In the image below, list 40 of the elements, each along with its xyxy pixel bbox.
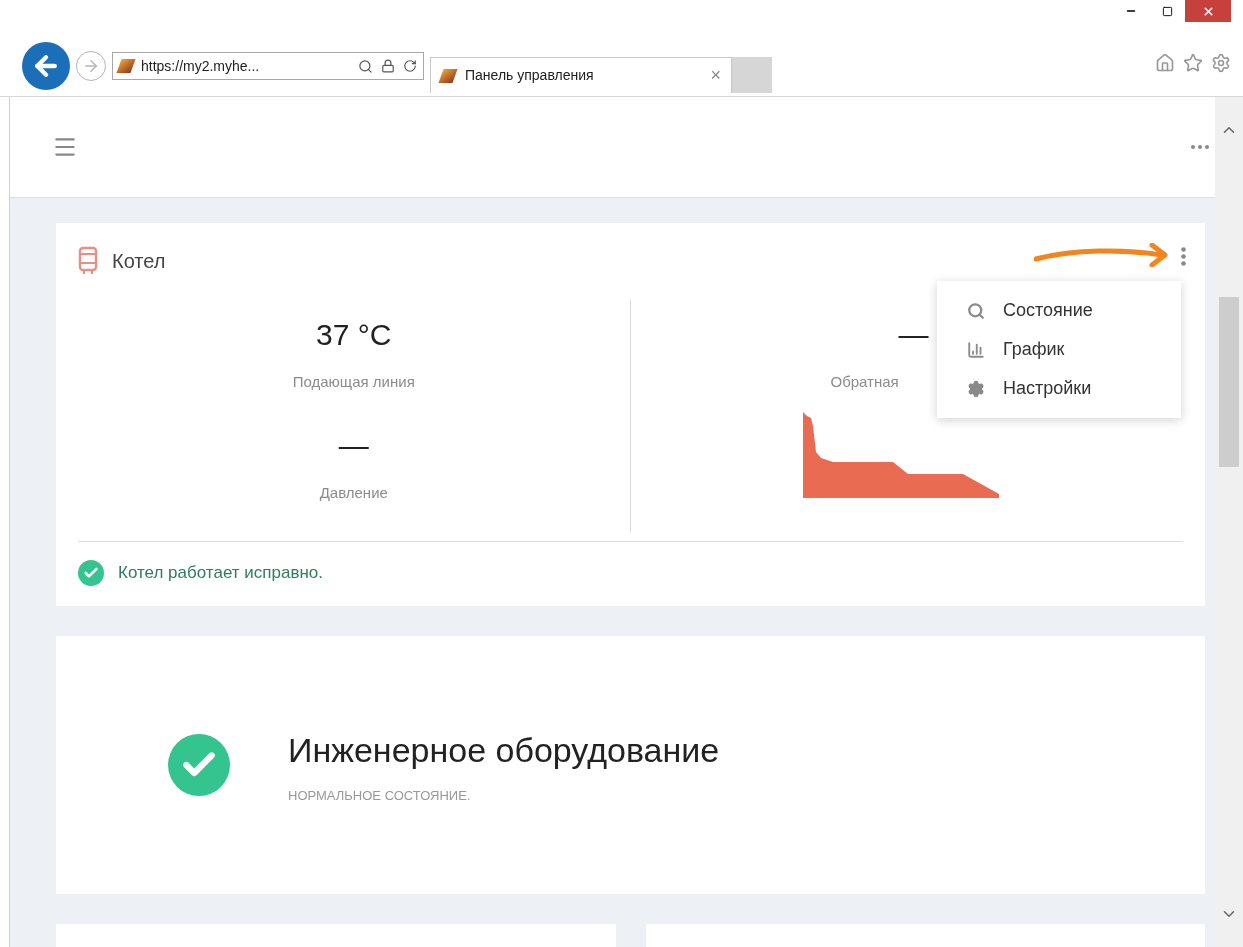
search-icon [967,301,985,320]
maximize-icon [1161,5,1173,17]
star-icon[interactable] [1183,53,1203,73]
site-logo-icon [438,68,458,83]
back-button[interactable] [22,42,70,90]
address-text: https://my2.myhe... [141,56,260,76]
settings-icon[interactable] [1211,53,1231,73]
more-icon [1191,145,1209,149]
forward-arrow-icon [82,57,100,75]
tab-title: Панель управления [465,66,594,85]
card-title: Котел [112,249,166,274]
site-logo-icon [116,59,136,73]
menu-item[interactable]: График [937,330,1181,369]
menu-item[interactable]: Состояние [937,291,1181,330]
metric-label: Давление [319,482,388,503]
address-bar[interactable]: https://my2.myhe... [112,52,424,80]
settings-icon [967,379,985,398]
bar-chart-icon [967,340,985,359]
home-icon[interactable] [1155,53,1175,73]
more-button[interactable] [1191,145,1209,149]
metric-value: — [338,427,369,464]
menu-item[interactable]: Настройки [937,369,1181,408]
close-icon [1201,4,1215,18]
tab-close-button[interactable]: × [710,62,721,89]
scrollbar[interactable] [1215,97,1243,947]
browser-tab[interactable]: Панель управления × [430,57,732,93]
summary-subtitle: НОРМАЛЬНОЕ СОСТОЯНИЕ. [288,786,472,805]
summary-title: Инженерное оборудование [288,729,720,771]
metric-label: Обратная [830,372,899,392]
more-vertical-button[interactable] [1181,247,1186,266]
scrollbar-thumb[interactable] [1219,297,1239,467]
refresh-icon[interactable] [403,59,417,73]
status-message: Котел работает исправно. [118,561,323,584]
metric-value: 37 °C [316,317,392,353]
kebab-icon [1181,247,1186,266]
metric-value: — [898,317,929,353]
boiler-icon [78,246,98,276]
lock-icon [381,59,395,73]
search-icon [358,58,373,74]
metric-label: Подающая линия [292,372,415,392]
